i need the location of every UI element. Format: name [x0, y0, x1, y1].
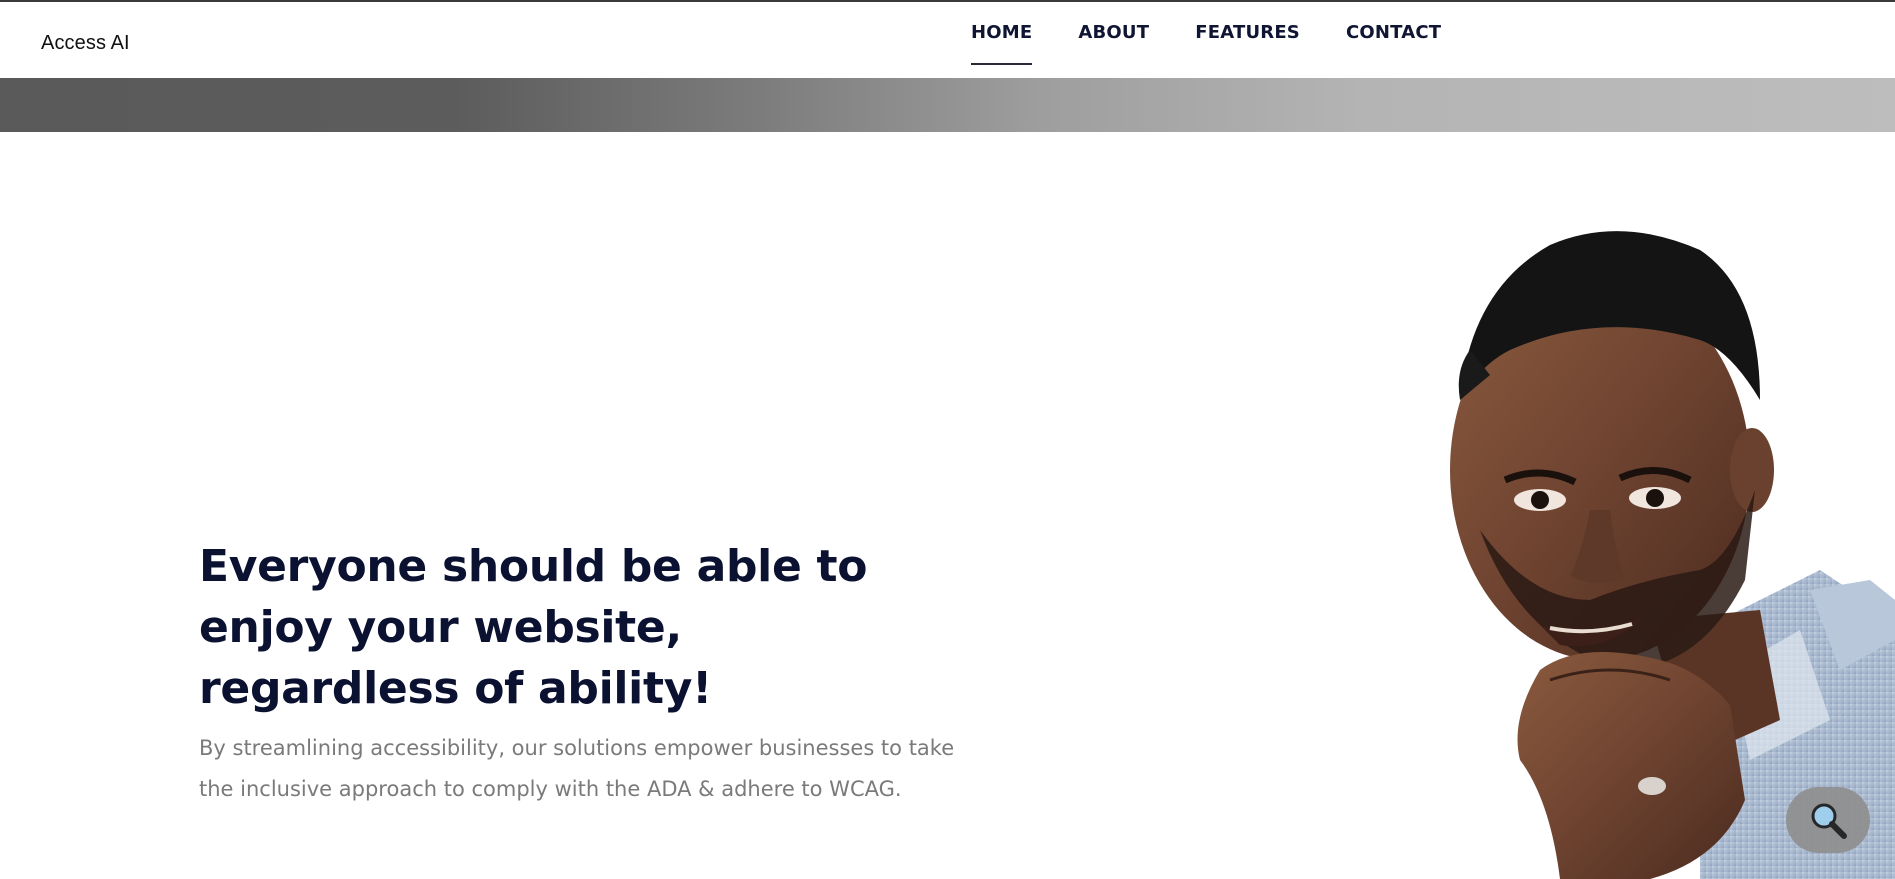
nav-home[interactable]: HOME — [971, 22, 1033, 66]
hero-title-line-2: enjoy your website, — [199, 602, 682, 653]
landing-page: Access AI HOME ABOUT FEATURES CONTACT Ev… — [0, 0, 1895, 879]
hero-subtitle-line-2: the inclusive approach to comply with th… — [199, 777, 902, 801]
site-logo[interactable]: Access AI — [41, 32, 130, 55]
gradient-banner — [0, 78, 1895, 132]
search-icon — [1811, 803, 1847, 839]
hero-title-line-1: Everyone should be able to — [199, 541, 868, 592]
hero-title: Everyone should be able to enjoy your we… — [199, 536, 959, 719]
accessibility-search-button[interactable] — [1786, 787, 1870, 853]
site-header: Access AI HOME ABOUT FEATURES CONTACT — [0, 2, 1895, 78]
hero-subtitle: By streamlining accessibility, our solut… — [199, 728, 959, 810]
hero-subtitle-line-1: By streamlining accessibility, our solut… — [199, 736, 955, 760]
hero-title-line-3: regardless of ability! — [199, 663, 712, 714]
person-thinking-photo — [1450, 231, 1895, 879]
main-nav: HOME ABOUT FEATURES CONTACT — [971, 22, 1487, 72]
nav-contact[interactable]: CONTACT — [1346, 22, 1441, 66]
nav-features[interactable]: FEATURES — [1195, 22, 1300, 66]
nav-about[interactable]: ABOUT — [1078, 22, 1149, 66]
